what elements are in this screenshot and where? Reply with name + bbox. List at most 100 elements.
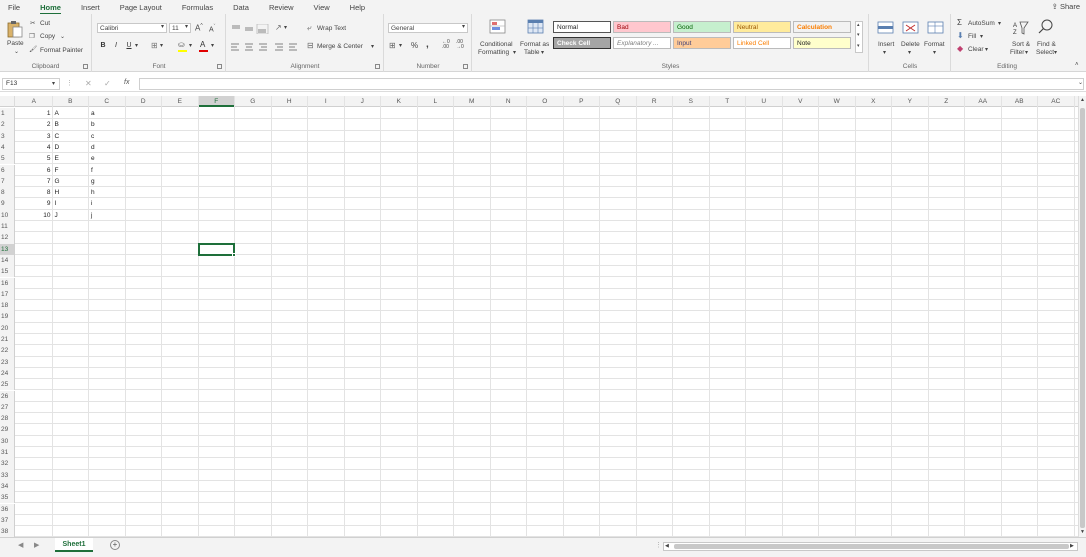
column-header-f[interactable]: F <box>198 96 235 107</box>
row-header-19[interactable]: 19 <box>0 311 15 323</box>
column-header-y[interactable]: Y <box>892 96 929 107</box>
row-header-30[interactable]: 30 <box>0 435 15 447</box>
column-header-g[interactable]: G <box>235 96 272 107</box>
row-header-20[interactable]: 20 <box>0 322 15 334</box>
bold-button[interactable]: B <box>97 41 109 51</box>
tab-file[interactable]: File <box>8 0 20 14</box>
row-header-34[interactable]: 34 <box>0 480 15 493</box>
cell-b1[interactable]: A <box>53 108 90 119</box>
underline-dropdown-icon[interactable]: ▾ <box>135 42 138 49</box>
cell-a3[interactable]: 3 <box>16 131 53 142</box>
tab-insert[interactable]: Insert <box>81 0 100 14</box>
enter-check-icon[interactable]: ✓ <box>104 79 111 88</box>
cell-b5[interactable]: E <box>53 153 90 164</box>
underline-button[interactable]: U <box>123 41 135 51</box>
cell-c9[interactable]: i <box>89 198 126 209</box>
row-header-11[interactable]: 11 <box>0 221 15 233</box>
column-header-i[interactable]: I <box>308 96 345 107</box>
row-header-38[interactable]: 38 <box>0 526 15 537</box>
tab-data[interactable]: Data <box>233 0 249 14</box>
fill-dropdown-icon[interactable]: ▾ <box>189 42 192 49</box>
cell-a5[interactable]: 5 <box>16 153 53 164</box>
italic-button[interactable]: I <box>110 41 122 51</box>
column-header-s[interactable]: S <box>673 96 710 107</box>
font-color-dropdown-icon[interactable]: ▾ <box>211 42 214 49</box>
alignment-launcher-icon[interactable] <box>375 64 380 69</box>
cell-c6[interactable]: f <box>89 165 126 176</box>
cell-a1[interactable]: 1 <box>16 108 53 119</box>
worksheet-grid[interactable]: A B C D E F G H I J K L M N O P Q R S T U V W X Y Z AA AB AC 11Aa22B… <box>0 96 1078 537</box>
row-header-21[interactable]: 21 <box>0 334 15 346</box>
font-launcher-icon[interactable] <box>217 64 222 69</box>
column-header-t[interactable]: T <box>710 96 746 107</box>
column-header-r[interactable]: R <box>637 96 673 107</box>
vertical-align-icons[interactable] <box>231 24 271 34</box>
cell-b10[interactable]: J <box>53 210 90 221</box>
cell-c1[interactable]: a <box>89 108 126 119</box>
cell-style-neutral[interactable]: Neutral <box>733 21 791 33</box>
cell-style-normal[interactable]: Normal <box>553 21 611 33</box>
horizontal-scrollbar[interactable]: ◀ ▶ <box>663 542 1078 551</box>
column-header-x[interactable]: X <box>856 96 892 107</box>
scroll-left-icon[interactable]: ◀ <box>665 543 669 549</box>
select-all-corner[interactable] <box>0 96 15 107</box>
column-header-e[interactable]: E <box>162 96 199 107</box>
orientation-icon[interactable]: ↗ <box>275 23 282 32</box>
cancel-icon[interactable]: ✕ <box>85 79 92 88</box>
row-header-12[interactable]: 12 <box>0 232 15 244</box>
number-launcher-icon[interactable] <box>463 64 468 69</box>
column-header-j[interactable]: J <box>345 96 381 107</box>
cell-style-check-cell[interactable]: Check Cell <box>553 37 611 49</box>
cell-b4[interactable]: D <box>53 142 90 153</box>
insert-function-icon[interactable]: fx <box>124 79 129 86</box>
vertical-scroll-thumb[interactable] <box>1080 108 1085 528</box>
styles-scroll[interactable]: ▴ ▾ ▾ <box>855 21 863 53</box>
cell-c7[interactable]: g <box>89 176 126 187</box>
row-header-26[interactable]: 26 <box>0 390 15 402</box>
row-header-2[interactable]: 2 <box>0 119 15 131</box>
cell-b8[interactable]: H <box>53 187 90 198</box>
row-header-28[interactable]: 28 <box>0 413 15 425</box>
decrease-font-icon[interactable]: Aˇ <box>209 24 215 33</box>
currency-dropdown-icon[interactable]: ▾ <box>399 42 402 49</box>
paste-dropdown-icon[interactable]: ⌄ <box>14 48 19 55</box>
percent-button[interactable]: % <box>411 41 418 50</box>
cell-style-input[interactable]: Input <box>673 37 731 49</box>
row-header-9[interactable]: 9 <box>0 198 15 210</box>
tab-page-layout[interactable]: Page Layout <box>120 0 162 14</box>
scroll-right-icon[interactable]: ▶ <box>1070 543 1074 549</box>
column-header-n[interactable]: N <box>491 96 527 107</box>
prev-sheet-icon[interactable]: ◀ <box>18 541 23 549</box>
column-header-h[interactable]: H <box>272 96 308 107</box>
row-header-14[interactable]: 14 <box>0 254 15 267</box>
cell-style-linked-cell[interactable]: Linked Cell <box>733 37 791 49</box>
column-header-d[interactable]: D <box>126 96 162 107</box>
column-header-w[interactable]: W <box>819 96 856 107</box>
column-header-b[interactable]: B <box>53 96 89 107</box>
cell-b6[interactable]: F <box>53 165 90 176</box>
row-header-18[interactable]: 18 <box>0 300 15 312</box>
currency-icon[interactable]: ⊞ <box>389 41 396 50</box>
row-header-35[interactable]: 35 <box>0 492 15 504</box>
column-header-ab[interactable]: AB <box>1002 96 1038 107</box>
row-header-7[interactable]: 7 <box>0 175 15 188</box>
cell-a9[interactable]: 9 <box>16 198 53 209</box>
cell-style-calculation[interactable]: Calculation <box>793 21 851 33</box>
column-header-a[interactable]: A <box>16 96 53 107</box>
cell-b9[interactable]: I <box>53 198 90 209</box>
row-header-10[interactable]: 10 <box>0 209 15 221</box>
font-size-dropdown[interactable]: 11 ▾ <box>169 23 191 33</box>
cell-a4[interactable]: 4 <box>16 142 53 153</box>
row-header-4[interactable]: 4 <box>0 141 15 154</box>
scroll-up-icon[interactable]: ▲ <box>1080 97 1085 103</box>
column-header-aa[interactable]: AA <box>965 96 1002 107</box>
row-header-5[interactable]: 5 <box>0 153 15 165</box>
sheet-tab-sheet1[interactable]: Sheet1 <box>55 538 93 552</box>
cell-c4[interactable]: d <box>89 142 126 153</box>
horizontal-scroll-thumb[interactable] <box>674 544 1069 549</box>
cell-b3[interactable]: C <box>53 131 90 142</box>
row-header-16[interactable]: 16 <box>0 277 15 289</box>
column-header-z[interactable]: Z <box>929 96 965 107</box>
column-header-p[interactable]: P <box>564 96 600 107</box>
row-header-6[interactable]: 6 <box>0 164 15 176</box>
